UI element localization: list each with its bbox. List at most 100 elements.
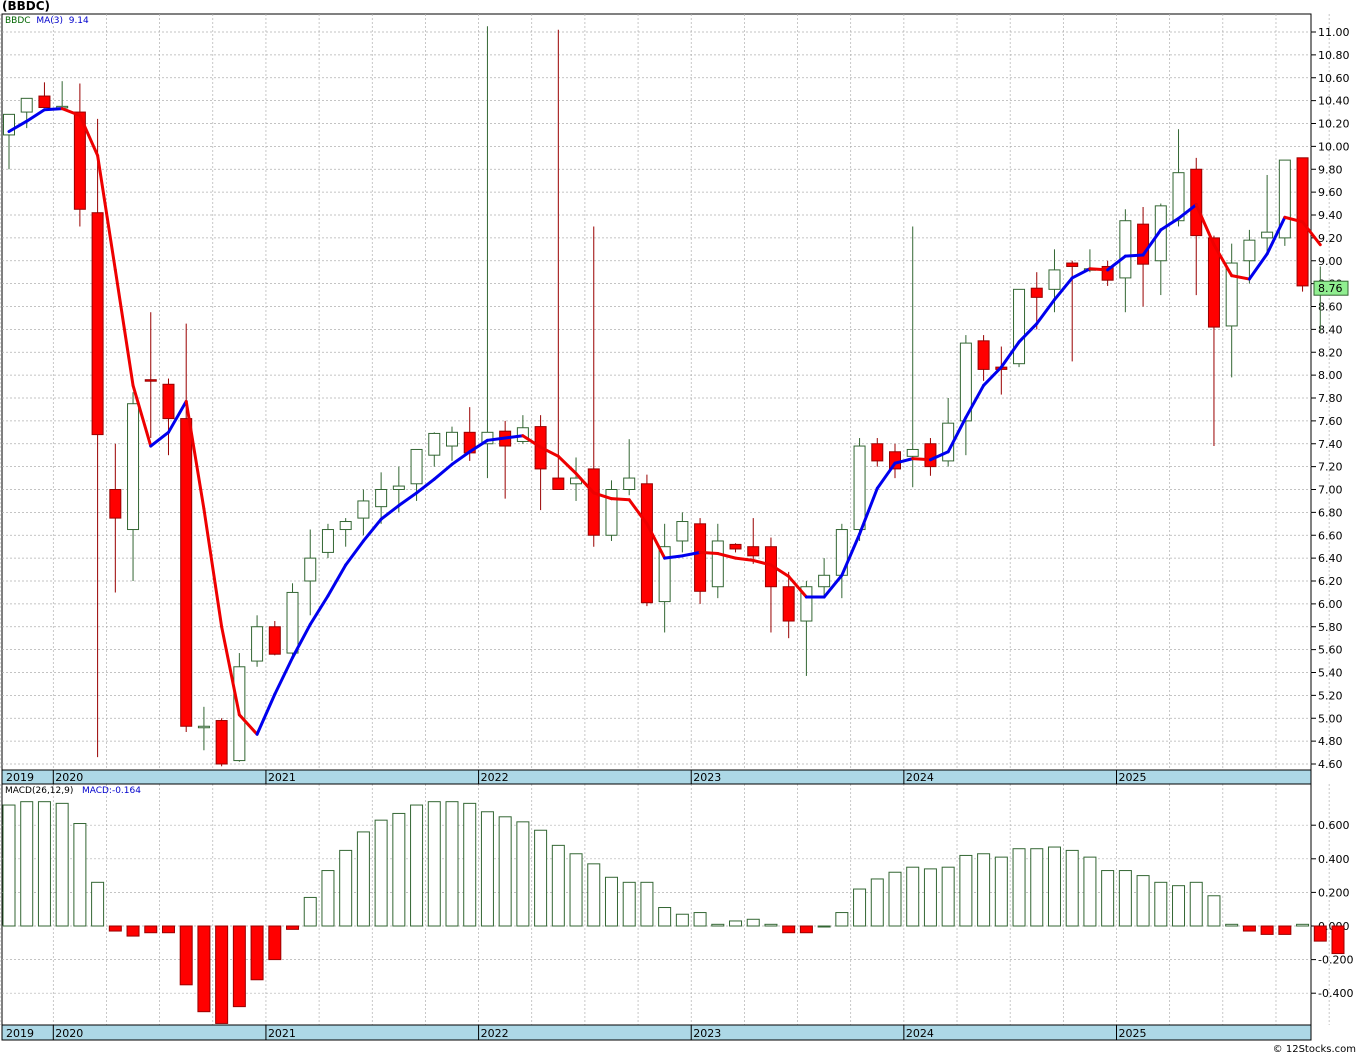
candle-body [1172, 172, 1185, 222]
price-tick-label: 7.80 [1318, 392, 1343, 405]
candle-body [91, 212, 104, 436]
macd-bar [1207, 895, 1221, 927]
macd-bar [179, 925, 193, 986]
macd-bar [1012, 848, 1026, 927]
ma-segment [1123, 253, 1145, 258]
macd-bar [870, 878, 884, 927]
price-tick-label: 9.20 [1318, 232, 1343, 245]
macd-bar [835, 912, 849, 927]
year-label: 2024 [906, 771, 934, 784]
candle-body [339, 521, 352, 531]
macd-bar [746, 918, 760, 927]
year-label: 2022 [481, 771, 509, 784]
macd-bar [1331, 925, 1345, 955]
candle-body [20, 97, 33, 113]
price-tick-label: 6.80 [1318, 506, 1343, 519]
candle-body [304, 557, 317, 582]
candle-body [853, 445, 866, 531]
macd-bar [817, 925, 831, 928]
macd-bar [1030, 848, 1044, 927]
macd-bar [941, 866, 955, 927]
candle-body [268, 626, 281, 655]
macd-bar [799, 925, 813, 934]
macd-bar [1083, 856, 1097, 927]
macd-bar [250, 925, 264, 981]
price-tick-label: 5.20 [1318, 689, 1343, 702]
macd-bar [232, 925, 246, 1008]
candle-body [446, 431, 458, 447]
macd-bar [1296, 923, 1310, 927]
candle-body [1243, 239, 1256, 262]
candle-body [747, 546, 760, 557]
price-tick-label: 5.40 [1318, 667, 1343, 680]
candle-body [552, 477, 565, 490]
macd-value: MACD:-0.164 [81, 786, 141, 796]
candle-body [871, 443, 884, 462]
macd-tick-label: -0.400 [1318, 987, 1353, 1000]
year-label: 2020 [55, 771, 83, 784]
price-tick-label: 7.40 [1318, 438, 1343, 451]
macd-bar [640, 881, 654, 927]
macd-bar [923, 868, 937, 927]
ma-segment [42, 107, 64, 112]
ma-segment [911, 457, 932, 462]
macd-bar [1189, 881, 1203, 927]
macd-bar [1225, 923, 1239, 927]
macd-bar [1154, 881, 1168, 927]
macd-bar [463, 802, 477, 927]
candle-body [906, 448, 919, 457]
price-tick-label: 5.00 [1318, 712, 1343, 725]
macd-bar [1065, 849, 1079, 927]
price-tick-label: 8.00 [1318, 369, 1343, 382]
year-label: 2022 [481, 1027, 509, 1040]
macd-bar [286, 925, 300, 930]
macd-legend: MACD(26,12,9) MACD:-0.164 [5, 786, 141, 796]
macd-bar [73, 823, 87, 927]
last-price-label: 8.76 [1318, 282, 1343, 295]
candle-body [162, 383, 175, 420]
price-tick-label: 9.60 [1318, 186, 1343, 199]
price-tick-label: 7.60 [1318, 415, 1343, 428]
candle-body [392, 485, 405, 491]
price-tick-label: 7.20 [1318, 461, 1343, 474]
candle-body [144, 379, 157, 382]
candle-body [1030, 287, 1043, 298]
price-tick-label: 10.00 [1318, 140, 1350, 153]
ma-segment [609, 497, 631, 502]
macd-bar [480, 811, 494, 927]
macd-tick-label: -0.200 [1318, 954, 1353, 967]
year-label: 2024 [906, 1027, 934, 1040]
macd-label: MACD(26,12,9) [5, 786, 74, 796]
macd-bar [303, 896, 317, 927]
price-tick-label: 6.40 [1318, 552, 1343, 565]
macd-bar [1172, 885, 1186, 927]
ma-segment [1088, 267, 1110, 272]
macd-bar [339, 849, 353, 927]
macd-bar [161, 925, 175, 934]
macd-bar [977, 853, 991, 927]
macd-bar [2, 804, 16, 927]
macd-bar [587, 863, 601, 927]
macd-bar [1242, 925, 1256, 932]
year-label: 2023 [693, 1027, 721, 1040]
macd-bar [55, 802, 69, 927]
price-tick-label: 6.60 [1318, 529, 1343, 542]
candle-body [38, 95, 51, 108]
candle-body [321, 529, 334, 553]
price-tick-label: 10.40 [1318, 95, 1350, 108]
candle-body [251, 626, 264, 662]
candle-body [1225, 262, 1238, 327]
macd-bar [534, 829, 548, 927]
price-tick-label: 9.80 [1318, 163, 1343, 176]
price-tick-label: 10.20 [1318, 118, 1350, 131]
price-tick-label: 7.00 [1318, 484, 1343, 497]
macd-bar [959, 854, 973, 927]
macd-bar [197, 925, 211, 1013]
macd-bar [108, 925, 122, 932]
candle-body [1013, 288, 1026, 365]
candle-body [1261, 231, 1274, 239]
macd-bar [1260, 925, 1274, 935]
macd-bar [427, 801, 441, 927]
macd-bar [622, 881, 636, 927]
macd-bar [782, 925, 796, 934]
